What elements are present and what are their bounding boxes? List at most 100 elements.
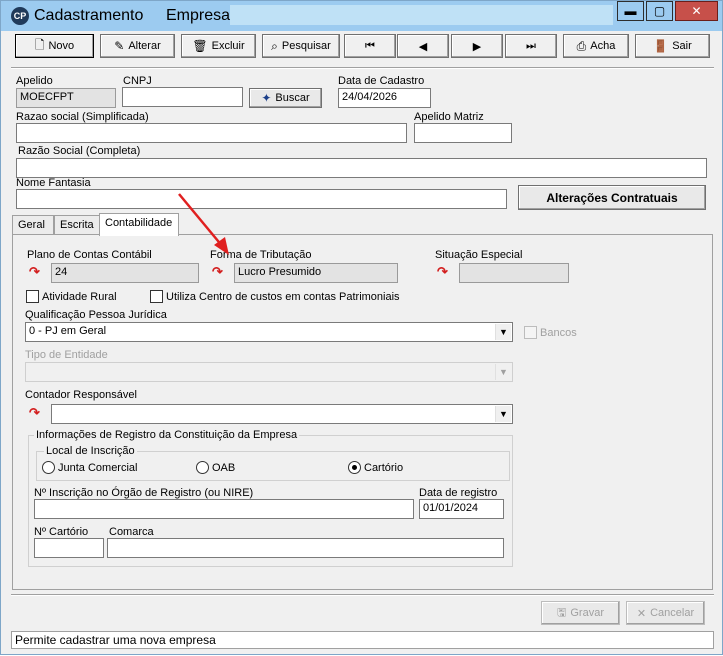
close-button[interactable]: ✕ (675, 1, 718, 21)
apelido-field: MOECFPT (16, 88, 116, 108)
plano-contas-field: 24 (51, 263, 199, 283)
cancelar-button[interactable]: ✕ Cancelar (626, 601, 705, 625)
gravar-button[interactable]: 🖫 Gravar (541, 601, 620, 625)
qualificacao-select[interactable]: 0 - PJ em Geral ▼ (25, 322, 513, 342)
novo-label: Novo (48, 40, 75, 52)
first-icon: ⏮ (365, 39, 375, 52)
alteracoes-contratuais-button[interactable]: Alterações Contratuais (518, 185, 706, 210)
buscar-label: Buscar (275, 92, 310, 104)
forma-tributacao-label: Forma de Tributação (210, 249, 312, 261)
num-cartorio-input[interactable] (34, 538, 104, 558)
maximize-button[interactable]: ▢ (646, 1, 673, 21)
minimize-button[interactable]: ▬ (617, 1, 644, 21)
bancos-checkbox[interactable] (524, 326, 537, 339)
centro-custos-checkbox[interactable] (150, 290, 163, 303)
toolbar-separator (11, 67, 714, 69)
tab-escrita[interactable]: Escrita (54, 215, 100, 235)
nome-fantasia-input[interactable] (16, 189, 507, 209)
razao-simplificada-input[interactable] (16, 123, 407, 143)
printer-icon: ⎙ (576, 38, 587, 53)
prev-record-button[interactable]: ◀ (397, 34, 449, 58)
novo-button[interactable]: 🗋 Novo (15, 34, 94, 58)
cnpj-label: CNPJ (123, 75, 152, 87)
contador-select[interactable]: ▼ (51, 404, 513, 424)
data-cadastro-input[interactable]: 24/04/2026 (338, 88, 431, 108)
plano-lookup-icon[interactable]: ↷ (29, 264, 40, 280)
contabilidade-panel: Plano de Contas Contábil ↷ 24 Forma de T… (12, 234, 713, 590)
first-record-button[interactable]: ⏮ (344, 34, 396, 58)
sair-label: Sair (672, 40, 692, 52)
razao-completa-input[interactable] (16, 158, 707, 178)
data-cadastro-label: Data de Cadastro (338, 75, 425, 87)
acha-button[interactable]: ⎙ Acha (563, 34, 629, 58)
exit-door-icon: 🚪 (653, 39, 669, 53)
apelido-label: Apelido (16, 75, 53, 87)
app-logo-icon: CP (11, 7, 29, 25)
inscricao-label: Nº Inscrição no Órgão de Registro (ou NI… (34, 487, 254, 499)
last-record-button[interactable]: ⏭ (505, 34, 557, 58)
comarca-label: Comarca (109, 526, 154, 538)
alterar-button[interactable]: ✎ Alterar (100, 34, 175, 58)
contador-label: Contador Responsável (25, 389, 137, 401)
inscricao-input[interactable] (34, 499, 414, 519)
tipo-entidade-select[interactable]: ▼ (25, 362, 513, 382)
buscar-button[interactable]: ✦ Buscar (249, 88, 322, 108)
situacao-especial-label: Situação Especial (435, 249, 523, 261)
tab-contabilidade[interactable]: Contabilidade (99, 213, 179, 236)
footer-separator (11, 594, 714, 596)
bancos-label: Bancos (540, 327, 577, 339)
apelido-matriz-input[interactable] (414, 123, 512, 143)
excluir-label: Excluir (211, 40, 245, 52)
centro-custos-label: Utiliza Centro de custos em contas Patri… (166, 291, 400, 303)
junta-comercial-label: Junta Comercial (58, 462, 138, 474)
new-document-icon: 🗋 (34, 37, 45, 52)
next-icon: ▶ (472, 40, 482, 53)
atividade-rural-label: Atividade Rural (42, 291, 117, 303)
edit-document-icon: ✎ (114, 39, 125, 53)
qualificacao-label: Qualificação Pessoa Jurídica (25, 309, 167, 321)
local-inscricao-title: Local de Inscrição (44, 445, 137, 457)
forma-tributacao-field: Lucro Presumido (234, 263, 398, 283)
sair-button[interactable]: 🚪 Sair (635, 34, 710, 58)
cnpj-input[interactable] (122, 87, 243, 107)
junta-comercial-radio[interactable] (42, 461, 55, 474)
prev-icon: ◀ (418, 40, 428, 53)
contador-lookup-icon[interactable]: ↷ (29, 405, 40, 421)
tipo-entidade-label: Tipo de Entidade (25, 349, 108, 361)
status-bar: Permite cadastrar uma nova empresa (11, 631, 714, 649)
comarca-input[interactable] (107, 538, 504, 558)
cadastramento-window: CP Cadastramento Empresa: ▬ ▢ ✕ 🗋 Novo ✎… (0, 0, 723, 655)
title-bar: CP Cadastramento Empresa: ▬ ▢ ✕ (1, 1, 722, 31)
buscar-eagle-icon: ✦ (261, 91, 272, 105)
num-cartorio-label: Nº Cartório (34, 526, 89, 538)
pesquisar-label: Pesquisar (281, 40, 331, 52)
tab-geral[interactable]: Geral (12, 215, 54, 235)
situacao-lookup-icon[interactable]: ↷ (437, 264, 448, 280)
last-icon: ⏭ (526, 39, 536, 52)
excluir-button[interactable]: 🗑 Excluir (181, 34, 256, 58)
oab-radio[interactable] (196, 461, 209, 474)
alterar-label: Alterar (128, 40, 161, 52)
cancel-x-icon: ✕ (636, 607, 647, 620)
data-registro-input[interactable]: 01/01/2024 (419, 499, 504, 519)
chevron-down-icon: ▼ (495, 364, 511, 380)
empresa-label: Empresa: (166, 7, 235, 24)
forma-lookup-icon[interactable]: ↷ (212, 264, 223, 280)
binoculars-icon: ⌕ (271, 38, 278, 53)
next-record-button[interactable]: ▶ (451, 34, 503, 58)
atividade-rural-checkbox[interactable] (26, 290, 39, 303)
data-registro-label: Data de registro (419, 487, 498, 499)
registro-group-title: Informações de Registro da Constituição … (34, 429, 300, 441)
pesquisar-button[interactable]: ⌕ Pesquisar (262, 34, 340, 58)
apelido-matriz-label: Apelido Matriz (414, 111, 484, 123)
plano-contas-label: Plano de Contas Contábil (27, 249, 152, 261)
chevron-down-icon: ▼ (495, 324, 511, 340)
gravar-label: Gravar (570, 607, 604, 619)
cancelar-label: Cancelar (650, 607, 695, 619)
razao-simplificada-label: Razao social (Simplificada) (16, 111, 149, 123)
situacao-especial-field (459, 263, 569, 283)
nome-fantasia-label: Nome Fantasia (16, 177, 91, 189)
cartorio-radio[interactable] (348, 461, 361, 474)
toolbar: 🗋 Novo ✎ Alterar 🗑 Excluir ⌕ Pesquisar ⏮… (11, 34, 714, 64)
qualificacao-value: 0 - PJ em Geral (29, 325, 107, 337)
